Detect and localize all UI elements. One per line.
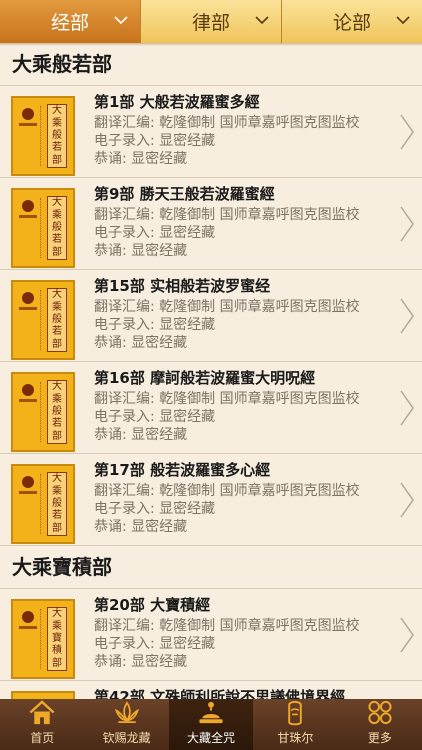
item-translator: 翻译汇编: 乾隆御制 国师章嘉呼图克图监校: [94, 207, 360, 223]
item-title: 第1部 大般若波羅蜜多經: [94, 93, 260, 111]
list-item[interactable]: 大乘般若部 第1部 大般若波羅蜜多經 翻译汇编: 乾隆御制 国师章嘉呼图克图监校…: [0, 86, 422, 178]
nav-label: 更多: [367, 731, 392, 745]
item-recite: 恭诵: 显密经藏: [94, 654, 188, 670]
list-item[interactable]: 大乘般若部 第9部 勝天王般若波羅蜜經 翻译汇编: 乾隆御制 国师章嘉呼图克图监…: [0, 178, 422, 270]
home-icon: [29, 700, 55, 725]
tab-jingbu[interactable]: 经部: [0, 0, 141, 43]
item-translator: 翻译汇编: 乾隆御制 国师章嘉呼图克图监校: [94, 115, 360, 131]
book-cover: 大乘寶積部: [11, 691, 75, 699]
chevron-right-icon: [400, 298, 414, 334]
nav-label: 甘珠尔: [277, 731, 314, 745]
item-translator: 翻译汇编: 乾隆御制 国师章嘉呼图克图监校: [94, 391, 360, 407]
list-item[interactable]: 大乘寶積部 第20部 大寶積經 翻译汇编: 乾隆御制 国师章嘉呼图克图监校 电子…: [0, 589, 422, 681]
item-title: 第15部 实相般若波罗蜜经: [94, 277, 271, 295]
more-icon: [368, 700, 392, 725]
lotus-icon: [114, 701, 139, 724]
top-tabs: 经部 律部 论部: [0, 0, 422, 43]
chevron-right-icon: [400, 617, 414, 653]
item-title: 第17部 般若波羅蜜多心經: [94, 461, 271, 479]
kangyur-icon: [288, 700, 303, 726]
item-translator: 翻译汇编: 乾隆御制 国师章嘉呼图克图监校: [94, 618, 360, 634]
item-input: 电子录入: 显密经藏: [94, 636, 216, 652]
item-recite: 恭诵: 显密经藏: [94, 243, 188, 259]
item-title: 第9部 勝天王般若波羅蜜經: [94, 185, 275, 203]
book-cover: 大乘般若部: [11, 464, 75, 544]
book-cover: 大乘般若部: [11, 280, 75, 360]
chevron-down-icon: [114, 16, 128, 25]
item-recite: 恭诵: 显密经藏: [94, 335, 188, 351]
item-input: 电子录入: 显密经藏: [94, 133, 216, 149]
chevron-right-icon: [400, 114, 414, 150]
sutra-list[interactable]: 大乘般若部 大乘般若部 第1部 大般若波羅蜜多經 翻译汇编: 乾隆御制 国师章嘉…: [0, 43, 422, 699]
bottom-tab-bar: 首页 钦赐龙藏 大藏全咒 甘珠尔 更多: [0, 699, 422, 750]
item-recite: 恭诵: 显密经藏: [94, 427, 188, 443]
list-item[interactable]: 大乘般若部 第16部 摩訶般若波羅蜜大明呪經 翻译汇编: 乾隆御制 国师章嘉呼图…: [0, 362, 422, 454]
nav-lotus[interactable]: 钦赐龙藏: [84, 699, 168, 750]
item-recite: 恭诵: 显密经藏: [94, 151, 188, 167]
book-cover: 大乘般若部: [11, 372, 75, 452]
chevron-right-icon: [400, 390, 414, 426]
tab-lunbu[interactable]: 论部: [282, 0, 422, 43]
list-item[interactable]: 大乘般若部 第15部 实相般若波罗蜜经 翻译汇编: 乾隆御制 国师章嘉呼图克图监…: [0, 270, 422, 362]
nav-label: 大藏全咒: [187, 731, 236, 745]
nav-more[interactable]: 更多: [338, 699, 422, 750]
item-recite: 恭诵: 显密经藏: [94, 519, 188, 535]
list-item[interactable]: 大乘般若部 第17部 般若波羅蜜多心經 翻译汇编: 乾隆御制 国师章嘉呼图克图监…: [0, 454, 422, 546]
tab-label: 论部: [332, 12, 371, 34]
nav-label: 钦赐龙藏: [102, 731, 151, 745]
nav-kangyur[interactable]: 甘珠尔: [253, 699, 337, 750]
tab-lvbu[interactable]: 律部: [141, 0, 282, 43]
tab-label: 律部: [191, 12, 230, 34]
item-translator: 翻译汇编: 乾隆御制 国师章嘉呼图克图监校: [94, 299, 360, 315]
chevron-down-icon: [255, 16, 269, 25]
chevron-right-icon: [400, 482, 414, 518]
item-title: 第42部 文殊師利所說不思議佛境界經: [94, 688, 346, 699]
section-header: 大乘寶積部: [0, 546, 422, 589]
book-cover: 大乘般若部: [11, 96, 75, 176]
nav-label: 首页: [30, 731, 55, 745]
chevron-right-icon: [400, 206, 414, 242]
item-translator: 翻译汇编: 乾隆御制 国师章嘉呼图克图监校: [94, 483, 360, 499]
nav-stupa[interactable]: 大藏全咒: [168, 699, 254, 750]
item-input: 电子录入: 显密经藏: [94, 501, 216, 517]
section-header: 大乘般若部: [0, 43, 422, 86]
book-cover: 大乘般若部: [11, 188, 75, 268]
item-title: 第20部 大寶積經: [94, 596, 211, 614]
item-title: 第16部 摩訶般若波羅蜜大明呪經: [94, 369, 316, 387]
nav-home[interactable]: 首页: [0, 699, 84, 750]
chevron-down-icon: [396, 16, 410, 25]
tab-label: 经部: [50, 12, 89, 34]
list-item[interactable]: 大乘寶積部 第42部 文殊師利所說不思議佛境界經: [0, 681, 422, 699]
book-cover: 大乘寶積部: [11, 599, 75, 679]
item-input: 电子录入: 显密经藏: [94, 409, 216, 425]
stupa-icon: [199, 701, 223, 724]
item-input: 电子录入: 显密经藏: [94, 317, 216, 333]
item-input: 电子录入: 显密经藏: [94, 225, 216, 241]
